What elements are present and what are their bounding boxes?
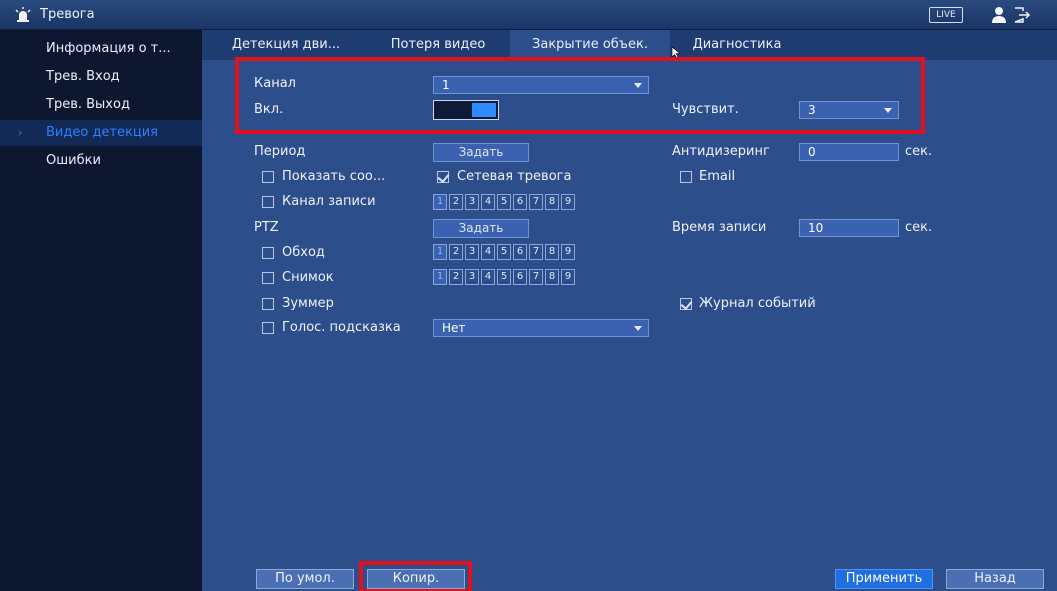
- highlight-box: [359, 561, 472, 591]
- channel-number-button[interactable]: 9: [561, 269, 575, 285]
- sidebar-item-alarm-in[interactable]: Трев. Вход: [0, 64, 202, 90]
- apply-button[interactable]: Применить: [835, 569, 933, 589]
- chevron-down-icon: [634, 326, 642, 331]
- channel-number-button[interactable]: 7: [529, 244, 543, 260]
- channel-number-button[interactable]: 8: [545, 244, 559, 260]
- voice-prompt-select[interactable]: Нет: [433, 319, 649, 337]
- tab-motion-detection[interactable]: Детекция дви...: [206, 30, 366, 60]
- default-button[interactable]: По умол.: [256, 569, 354, 589]
- tour-channel-selector: 1 2 3 4 5 6 7 8 9: [433, 244, 575, 260]
- title-bar: Тревога LIVE: [0, 0, 1057, 30]
- tour-checkbox[interactable]: [262, 247, 274, 259]
- channel-number-button[interactable]: 3: [465, 194, 479, 210]
- channel-number-button[interactable]: 6: [513, 269, 527, 285]
- antidither-input[interactable]: 0: [799, 143, 899, 161]
- period-label: Период: [254, 144, 306, 159]
- record-time-label: Время записи: [672, 220, 767, 235]
- window-title: Тревога: [40, 7, 95, 22]
- channel-number-button[interactable]: 1: [433, 194, 447, 210]
- event-log-checkbox[interactable]: [680, 298, 692, 310]
- tour-label: Обход: [282, 245, 325, 260]
- sidebar-item-info[interactable]: Информация о т...: [0, 36, 202, 62]
- snapshot-label: Снимок: [282, 270, 334, 285]
- period-set-button[interactable]: Задать: [433, 143, 529, 162]
- tab-diagnostics[interactable]: Диагностика: [672, 30, 802, 60]
- channel-number-button[interactable]: 1: [433, 244, 447, 260]
- sidebar-item-label: Информация о т...: [46, 41, 171, 56]
- alarm-icon: [15, 7, 31, 22]
- ptz-set-button[interactable]: Задать: [433, 219, 529, 238]
- channel-number-button[interactable]: 7: [529, 269, 543, 285]
- tab-bar: Детекция дви... Потеря видео Закрытие об…: [202, 30, 1057, 60]
- record-channel-label: Канал записи: [282, 194, 376, 209]
- channel-number-button[interactable]: 6: [513, 244, 527, 260]
- channel-number-button[interactable]: 4: [481, 194, 495, 210]
- sidebar-item-label: Видео детекция: [46, 125, 158, 140]
- user-icon[interactable]: [991, 6, 1007, 24]
- snapshot-channel-selector: 1 2 3 4 5 6 7 8 9: [433, 269, 575, 285]
- channel-number-button[interactable]: 3: [465, 269, 479, 285]
- live-button[interactable]: LIVE: [929, 7, 963, 23]
- sidebar-item-label: Трев. Выход: [46, 97, 130, 112]
- channel-number-button[interactable]: 3: [465, 244, 479, 260]
- antidither-unit: сек.: [905, 144, 933, 159]
- buzzer-checkbox[interactable]: [262, 298, 274, 310]
- channel-number-button[interactable]: 9: [561, 244, 575, 260]
- back-button[interactable]: Назад: [946, 569, 1044, 589]
- sidebar-item-label: Трев. Вход: [46, 69, 120, 84]
- ptz-label: PTZ: [254, 220, 279, 235]
- chevron-right-icon: ›: [18, 126, 23, 139]
- email-label: Email: [699, 169, 736, 184]
- sidebar-item-video-detection[interactable]: › Видео детекция: [0, 120, 202, 146]
- logout-icon[interactable]: [1012, 6, 1032, 24]
- tab-video-loss[interactable]: Потеря видео: [368, 30, 508, 60]
- event-log-label: Журнал событий: [699, 296, 816, 311]
- snapshot-checkbox[interactable]: [262, 272, 274, 284]
- record-time-unit: сек.: [905, 220, 933, 235]
- main-panel: Детекция дви... Потеря видео Закрытие об…: [202, 30, 1057, 591]
- record-channel-checkbox[interactable]: [262, 196, 274, 208]
- show-message-label: Показать соо...: [282, 169, 386, 184]
- record-channel-selector: 1 2 3 4 5 6 7 8 9: [433, 194, 575, 210]
- channel-number-button[interactable]: 8: [545, 269, 559, 285]
- show-message-checkbox[interactable]: [262, 171, 274, 183]
- channel-number-button[interactable]: 2: [449, 194, 463, 210]
- channel-number-button[interactable]: 5: [497, 244, 511, 260]
- channel-number-button[interactable]: 8: [545, 194, 559, 210]
- voice-prompt-value: Нет: [442, 321, 466, 335]
- voice-prompt-checkbox[interactable]: [262, 322, 274, 334]
- channel-number-button[interactable]: 2: [449, 244, 463, 260]
- sidebar-item-label: Ошибки: [46, 153, 101, 168]
- buzzer-label: Зуммер: [282, 296, 334, 311]
- channel-number-button[interactable]: 4: [481, 244, 495, 260]
- channel-number-button[interactable]: 4: [481, 269, 495, 285]
- channel-number-button[interactable]: 2: [449, 269, 463, 285]
- channel-number-button[interactable]: 7: [529, 194, 543, 210]
- email-checkbox[interactable]: [680, 171, 692, 183]
- voice-prompt-label: Голос. подсказка: [282, 320, 401, 335]
- channel-number-button[interactable]: 1: [433, 269, 447, 285]
- tab-tampering[interactable]: Закрытие объек.: [510, 30, 670, 60]
- network-alarm-label: Сетевая тревога: [457, 169, 572, 184]
- highlight-box: [235, 57, 925, 134]
- channel-number-button[interactable]: 6: [513, 194, 527, 210]
- channel-number-button[interactable]: 9: [561, 194, 575, 210]
- record-time-input[interactable]: 10: [799, 219, 899, 237]
- channel-number-button[interactable]: 5: [497, 194, 511, 210]
- antidither-label: Антидизеринг: [672, 144, 770, 159]
- network-alarm-checkbox[interactable]: [437, 171, 449, 183]
- channel-number-button[interactable]: 5: [497, 269, 511, 285]
- sidebar: Информация о т... Трев. Вход Трев. Выход…: [0, 30, 202, 591]
- sidebar-item-errors[interactable]: Ошибки: [0, 148, 202, 174]
- sidebar-item-alarm-out[interactable]: Трев. Выход: [0, 92, 202, 118]
